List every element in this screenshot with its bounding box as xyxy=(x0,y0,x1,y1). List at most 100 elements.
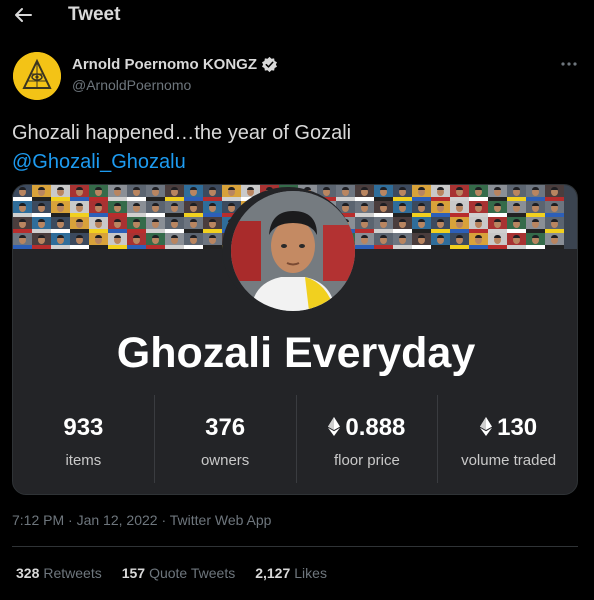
collage-tile xyxy=(469,217,488,233)
collage-tile xyxy=(450,201,469,217)
collage-tile xyxy=(431,201,450,217)
meta-separator: · xyxy=(161,512,167,528)
collage-tile xyxy=(507,217,526,233)
collage-tile xyxy=(545,233,564,249)
collage-tile xyxy=(13,185,32,201)
more-dots-icon xyxy=(561,62,577,66)
tweet-meta: 7:12 PM · Jan 12, 2022 · Twitter Web App xyxy=(12,512,271,528)
likes-number: 2,127 xyxy=(255,565,291,581)
collection-profile-image xyxy=(231,191,355,311)
collage-tile xyxy=(203,233,222,249)
collage-tile xyxy=(450,217,469,233)
author-name-text: Arnold Poernomo KONGZ xyxy=(72,56,257,73)
collage-tile xyxy=(32,233,51,249)
collage-tile xyxy=(13,201,32,217)
avatar[interactable] xyxy=(13,52,61,100)
likes-count[interactable]: 2,127 Likes xyxy=(255,565,327,581)
collage-tile xyxy=(355,201,374,217)
quote-tweets-label: Quote Tweets xyxy=(149,565,236,581)
collage-tile xyxy=(412,201,431,217)
collage-tile xyxy=(526,233,545,249)
stat-owners: 376 owners xyxy=(153,395,296,483)
collage-tile xyxy=(488,185,507,201)
collage-tile xyxy=(412,233,431,249)
collage-tile xyxy=(469,185,488,201)
collage-tile xyxy=(146,217,165,233)
stat-value: 0.888 xyxy=(297,414,438,442)
stat-value: 376 xyxy=(205,414,246,441)
quote-tweets-count[interactable]: 157 Quote Tweets xyxy=(122,565,236,581)
collage-tile xyxy=(203,201,222,217)
more-button[interactable] xyxy=(558,56,580,72)
stat-volume-traded: 130 volume traded xyxy=(437,395,577,483)
stat-items: 933 items xyxy=(13,395,154,483)
collage-tile xyxy=(184,201,203,217)
collage-tile xyxy=(450,185,469,201)
collage-tile xyxy=(70,201,89,217)
collage-tile xyxy=(355,185,374,201)
stat-label: items xyxy=(65,452,102,469)
collage-tile xyxy=(13,217,32,233)
collage-tile xyxy=(51,217,70,233)
collage-tile xyxy=(127,185,146,201)
collage-tile xyxy=(203,217,222,233)
divider xyxy=(12,546,578,547)
meta-separator: · xyxy=(68,512,73,528)
collage-tile xyxy=(89,201,108,217)
collage-tile xyxy=(108,217,127,233)
pyramid-eye-logo xyxy=(13,52,61,100)
arrow-left-icon xyxy=(15,8,32,22)
collage-tile xyxy=(545,217,564,233)
selfie-photo xyxy=(231,191,355,311)
collage-tile xyxy=(127,217,146,233)
back-button[interactable] xyxy=(12,4,34,26)
mention-link[interactable]: @Ghozali_Ghozalu xyxy=(12,148,186,177)
collection-title: Ghozali Everyday xyxy=(116,329,476,377)
tweet-source[interactable]: Twitter Web App xyxy=(170,512,272,528)
collage-tile xyxy=(374,217,393,233)
tweet-date[interactable]: Jan 12, 2022 xyxy=(77,512,158,528)
collage-tile xyxy=(393,217,412,233)
tweet-time[interactable]: 7:12 PM xyxy=(12,512,64,528)
collage-tile xyxy=(222,185,241,201)
engagement-row: 328 Retweets 157 Quote Tweets 2,127 Like… xyxy=(16,565,327,581)
link-card[interactable]: Ghozali Everyday 933 items 376 owners 0.… xyxy=(12,184,578,495)
stat-floor-price: 0.888 floor price xyxy=(295,395,438,483)
collage-tile xyxy=(374,201,393,217)
quote-tweets-number: 157 xyxy=(121,565,146,581)
top-bar: Tweet xyxy=(0,0,594,30)
collage-tile xyxy=(412,185,431,201)
stat-label: owners xyxy=(200,452,250,469)
collage-tile xyxy=(146,233,165,249)
collage-tile xyxy=(488,217,507,233)
stat-label: floor price xyxy=(333,452,400,469)
retweets-number: 328 xyxy=(16,565,40,581)
collage-tile xyxy=(165,185,184,201)
author-handle[interactable]: @ArnoldPoernomo xyxy=(72,77,191,93)
verified-badge-icon xyxy=(262,56,277,73)
likes-label: Likes xyxy=(294,565,327,581)
collage-tile xyxy=(507,233,526,249)
collage-tile xyxy=(469,233,488,249)
author-name[interactable]: Arnold Poernomo KONGZ xyxy=(72,56,278,73)
collage-tile xyxy=(51,233,70,249)
retweets-label: Retweets xyxy=(43,565,102,581)
collage-tile xyxy=(355,233,374,249)
collage-tile xyxy=(545,185,564,201)
collage-tile xyxy=(108,185,127,201)
ethereum-icon xyxy=(480,417,493,436)
tweet-text: Ghozali happened…the year of Gozali xyxy=(12,122,352,144)
ethereum-icon xyxy=(328,417,341,436)
collage-tile xyxy=(526,201,545,217)
collage-tile xyxy=(146,185,165,201)
collage-tile xyxy=(488,233,507,249)
collage-tile xyxy=(70,217,89,233)
collage-tile xyxy=(165,201,184,217)
stat-label: volume traded xyxy=(461,452,557,469)
collage-tile xyxy=(526,185,545,201)
collage-tile xyxy=(51,185,70,201)
stats-row: 933 items 376 owners 0.888 floor price 1… xyxy=(13,395,577,483)
collage-tile xyxy=(32,201,51,217)
retweets-count[interactable]: 328 Retweets xyxy=(16,565,102,581)
collage-tile xyxy=(374,185,393,201)
